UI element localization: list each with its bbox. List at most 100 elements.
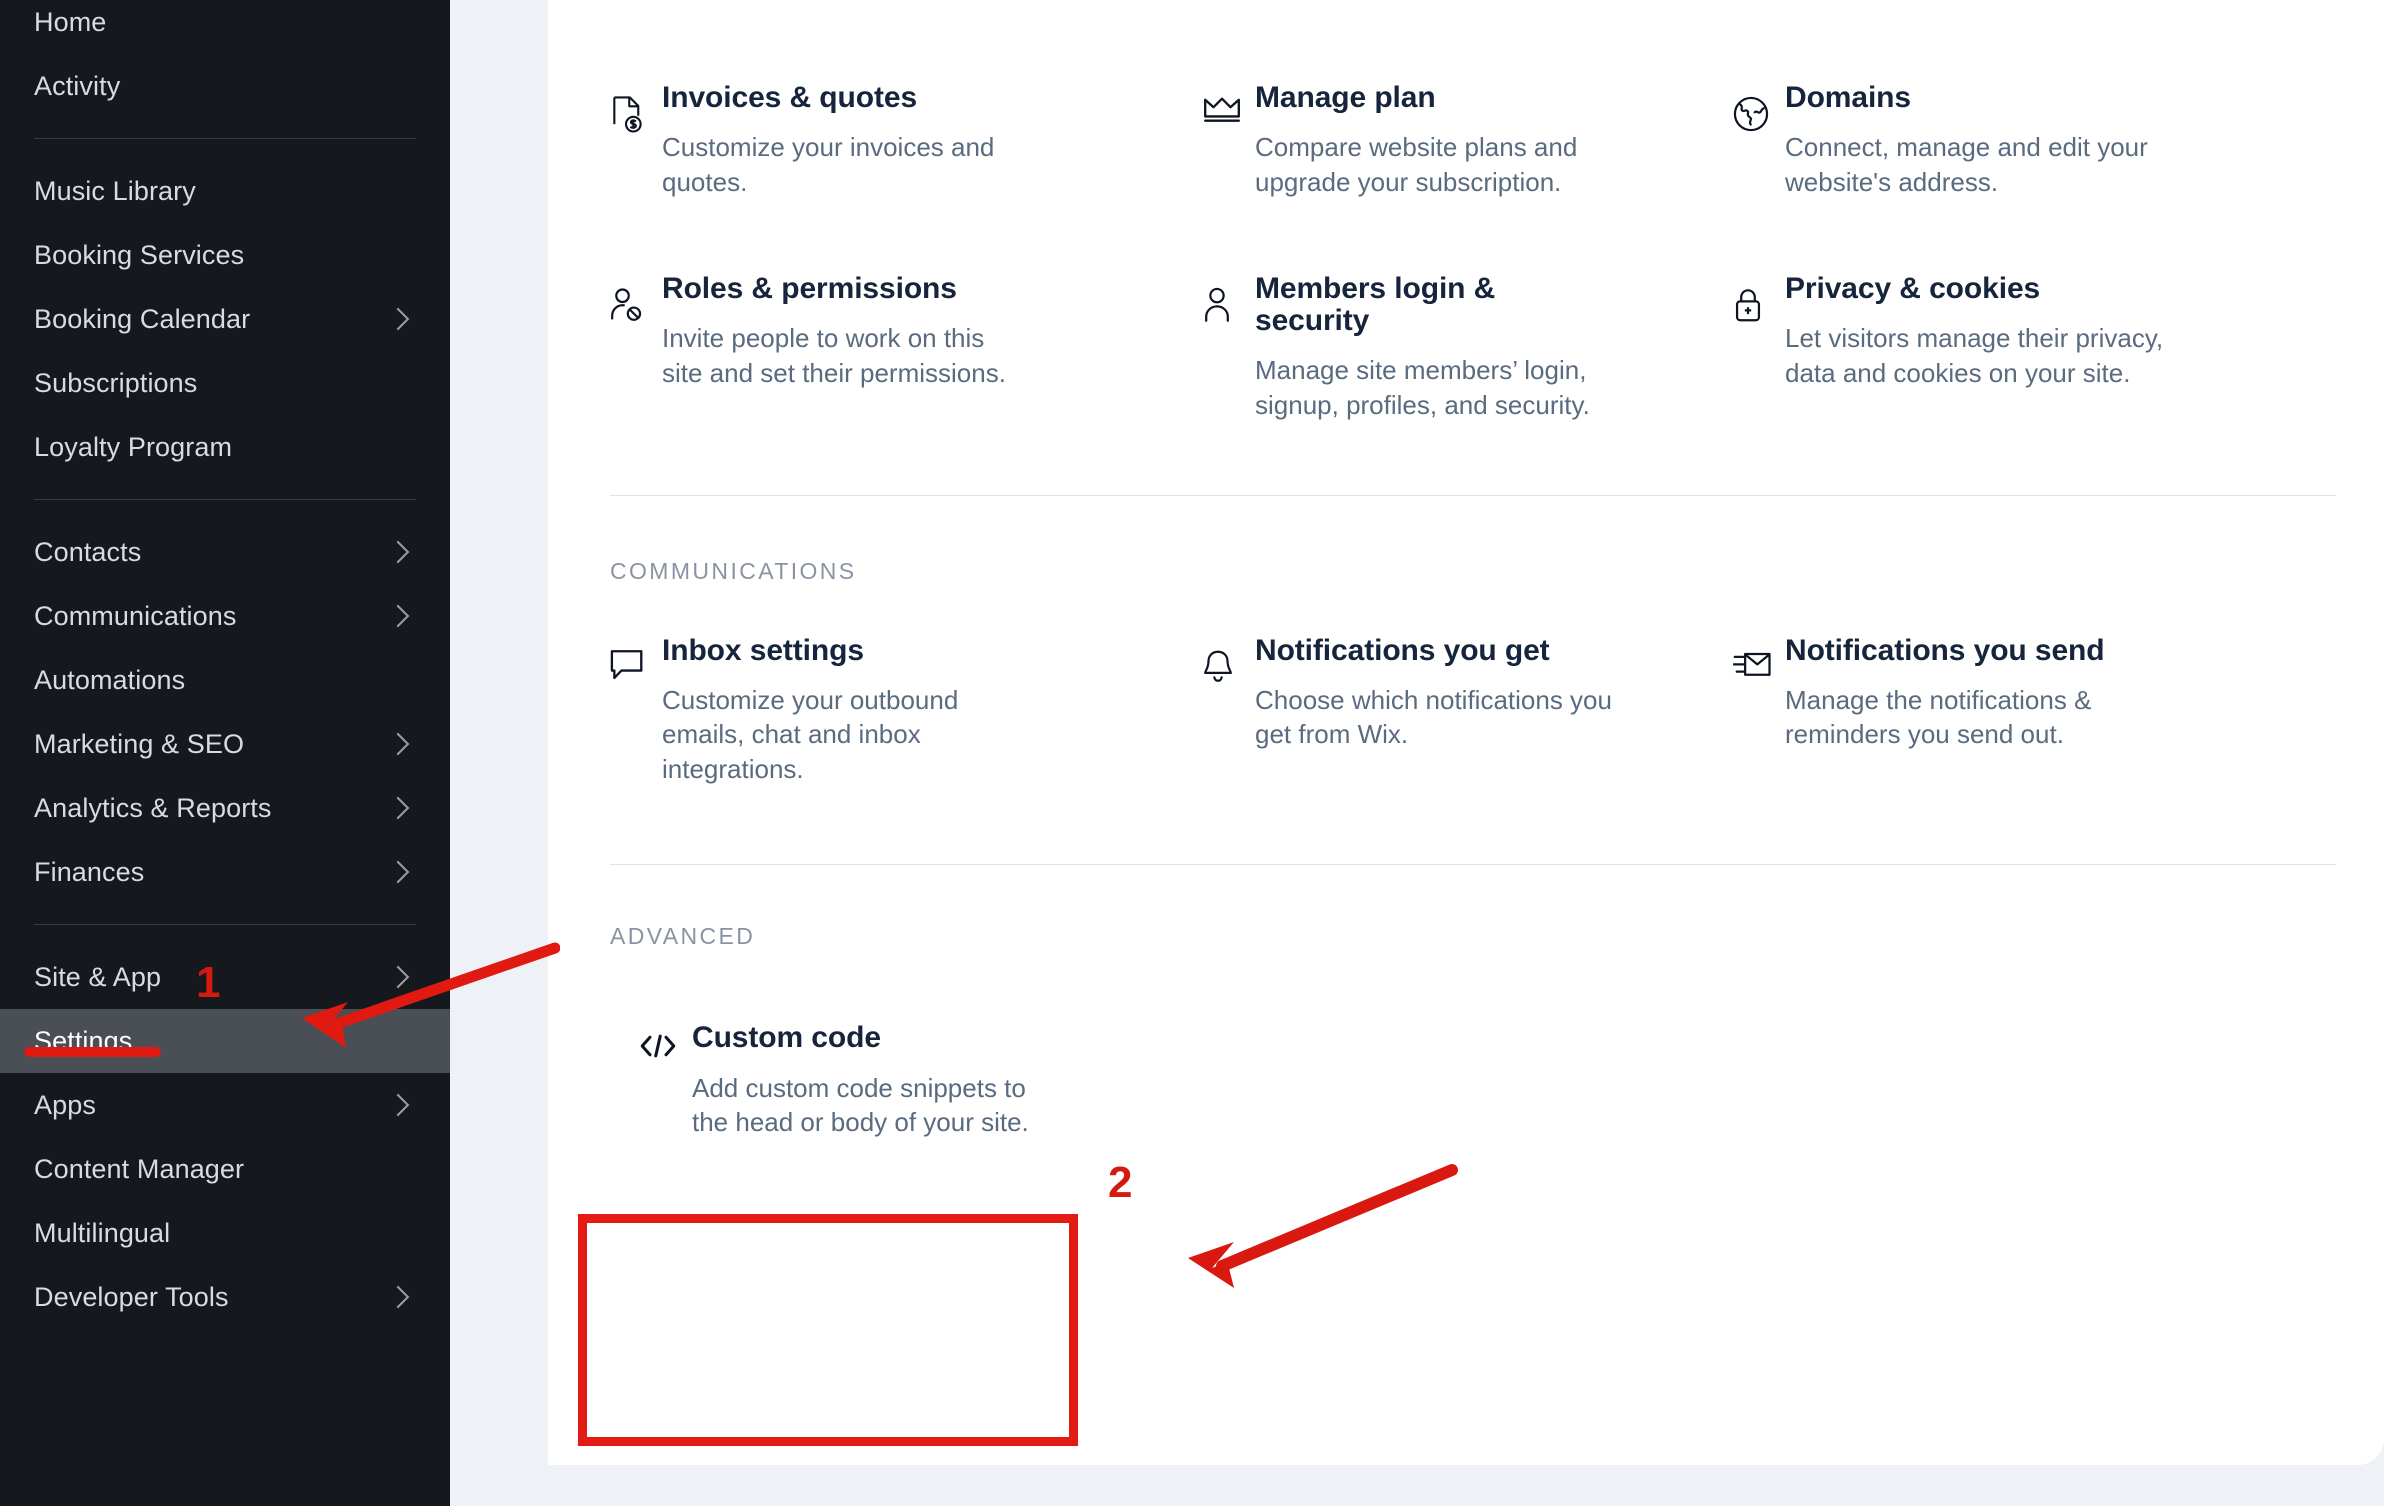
- sidebar-group-primary: Home Activity: [0, 0, 450, 118]
- sidebar-group-business: Music Library Booking Services Booking C…: [0, 159, 450, 479]
- sidebar-item-label: Activity: [34, 70, 121, 101]
- invoice-dollar-icon: [610, 96, 662, 134]
- envelope-send-icon: [1733, 649, 1785, 677]
- section-divider: [610, 494, 2336, 496]
- card-description: Manage the notifications & reminders you…: [1785, 684, 2092, 750]
- sidebar-item-content-manager[interactable]: Content Manager: [0, 1137, 450, 1201]
- chevron-right-icon: [386, 604, 410, 628]
- card-description: Customize your invoices and quotes.: [662, 132, 995, 197]
- section-divider: [610, 864, 2336, 866]
- settings-content-panel: Invoices & quotes Customize your invoice…: [548, 0, 2384, 1465]
- card-body: Inbox settings Customize your outbound e…: [662, 634, 1040, 787]
- card-description: Compare website plans and upgrade your s…: [1255, 132, 1578, 197]
- sidebar-divider: [34, 924, 416, 925]
- chevron-right-icon: [386, 1285, 410, 1309]
- card-body: Notifications you get Choose which notif…: [1255, 633, 1653, 752]
- sidebar-item-activity[interactable]: Activity: [0, 54, 450, 118]
- card-title: Privacy & cookies: [1785, 272, 2041, 306]
- card-body: Notifications you send Manage the notifi…: [1785, 633, 2183, 752]
- sidebar-item-multilingual[interactable]: Multilingual: [0, 1201, 450, 1265]
- sidebar-item-site-app[interactable]: Site & App: [0, 945, 450, 1009]
- settings-card-members-login-security[interactable]: Members login & security Manage site mem…: [1203, 273, 1733, 422]
- chevron-right-icon: [386, 796, 410, 820]
- settings-card-manage-plan[interactable]: Manage plan Compare website plans and up…: [1203, 81, 1733, 199]
- card-title: Invoices & quotes: [662, 81, 918, 114]
- sidebar-item-label: Contacts: [34, 536, 142, 567]
- sidebar-group-crm: Contacts Communications Automations Mark…: [0, 520, 450, 904]
- sidebar-item-music-library[interactable]: Music Library: [0, 159, 450, 223]
- sidebar-item-settings[interactable]: Settings: [0, 1009, 450, 1073]
- card-description: Connect, manage and edit your website's …: [1785, 132, 2148, 197]
- sidebar-item-automations[interactable]: Automations: [0, 648, 450, 712]
- settings-card-notifications-you-get[interactable]: Notifications you get Choose which notif…: [1203, 633, 1733, 787]
- chevron-right-icon: [386, 1093, 410, 1117]
- card-body: Members login & security Manage site mem…: [1255, 273, 1643, 422]
- settings-card-custom-code[interactable]: Custom code Add custom code snippets to …: [610, 1004, 1203, 1139]
- sidebar-item-loyalty-program[interactable]: Loyalty Program: [0, 415, 450, 479]
- sidebar-divider: [34, 499, 416, 500]
- sidebar-item-label: Automations: [34, 664, 186, 695]
- sidebar-item-analytics-reports[interactable]: Analytics & Reports: [0, 776, 450, 840]
- sidebar-item-home[interactable]: Home: [0, 0, 450, 54]
- code-tag-icon: [640, 1034, 692, 1058]
- chevron-right-icon: [386, 965, 410, 989]
- sidebar-item-booking-services[interactable]: Booking Services: [0, 223, 450, 287]
- card-description: Add custom code snippets to the head or …: [692, 1072, 1029, 1138]
- settings-card-notifications-you-send[interactable]: Notifications you send Manage the notifi…: [1733, 633, 2384, 787]
- card-body: Privacy & cookies Let visitors manage th…: [1785, 273, 2203, 390]
- sidebar-item-communications[interactable]: Communications: [0, 584, 450, 648]
- sidebar-item-label: Analytics & Reports: [34, 792, 272, 823]
- user-icon: [1203, 287, 1255, 323]
- card-description: Invite people to work on this site and s…: [662, 323, 1006, 388]
- card-body: Roles & permissions Invite people to wor…: [662, 273, 1030, 390]
- card-title: Notifications you get: [1255, 633, 1550, 667]
- sidebar-item-marketing-seo[interactable]: Marketing & SEO: [0, 712, 450, 776]
- section-label-advanced: ADVANCED: [610, 923, 756, 950]
- settings-card-row: Roles & permissions Invite people to wor…: [610, 273, 2384, 422]
- main-sidebar: Home Activity Music Library Booking Serv…: [0, 0, 450, 1506]
- settings-card-domains[interactable]: Domains Connect, manage and edit your we…: [1733, 81, 2384, 199]
- sidebar-item-label: Multilingual: [34, 1217, 171, 1248]
- settings-card-row: Inbox settings Customize your outbound e…: [610, 633, 2384, 787]
- sidebar-item-booking-calendar[interactable]: Booking Calendar: [0, 287, 450, 351]
- sidebar-item-label: Marketing & SEO: [34, 728, 245, 759]
- settings-card-inbox-settings[interactable]: Inbox settings Customize your outbound e…: [610, 634, 1203, 787]
- sidebar-item-label: Subscriptions: [34, 367, 198, 398]
- sidebar-item-label: Booking Calendar: [34, 303, 251, 334]
- sidebar-item-label: Booking Services: [34, 239, 245, 270]
- sidebar-item-developer-tools[interactable]: Developer Tools: [0, 1265, 450, 1329]
- settings-card-row: Custom code Add custom code snippets to …: [610, 1004, 2384, 1139]
- settings-underline-marker: [24, 1047, 161, 1057]
- card-title: Roles & permissions: [662, 272, 957, 306]
- globe-icon: [1733, 96, 1785, 132]
- card-body: Manage plan Compare website plans and up…: [1255, 81, 1603, 199]
- sidebar-item-label: Apps: [34, 1089, 96, 1120]
- app-root: Home Activity Music Library Booking Serv…: [0, 0, 2384, 1506]
- sidebar-group-site: Site & App Settings Apps Content Manager…: [0, 945, 450, 1329]
- card-title: Members login & security: [1255, 272, 1496, 338]
- chat-bubble-icon: [610, 649, 662, 681]
- settings-card-row: Invoices & quotes Customize your invoice…: [610, 81, 2384, 199]
- settings-card-privacy-cookies[interactable]: Privacy & cookies Let visitors manage th…: [1733, 273, 2384, 422]
- card-body: Custom code Add custom code snippets to …: [692, 1022, 1070, 1139]
- sidebar-item-contacts[interactable]: Contacts: [0, 520, 450, 584]
- card-body: Invoices & quotes Customize your invoice…: [662, 81, 1100, 199]
- sidebar-item-label: Home: [34, 6, 107, 37]
- card-title: Notifications you send: [1785, 633, 2105, 667]
- user-blocked-icon: [610, 287, 662, 323]
- card-description: Choose which notifications you get from …: [1255, 684, 1612, 750]
- sidebar-item-label: Music Library: [34, 175, 196, 206]
- settings-card-invoices-quotes[interactable]: Invoices & quotes Customize your invoice…: [610, 81, 1203, 199]
- section-label-communications: COMMUNICATIONS: [610, 557, 857, 584]
- settings-card-roles-permissions[interactable]: Roles & permissions Invite people to wor…: [610, 273, 1203, 422]
- card-description: Customize your outbound emails, chat and…: [662, 684, 959, 784]
- sidebar-item-apps[interactable]: Apps: [0, 1073, 450, 1137]
- sidebar-item-label: Content Manager: [34, 1153, 245, 1184]
- sidebar-item-label: Communications: [34, 600, 237, 631]
- chevron-right-icon: [386, 860, 410, 884]
- sidebar-item-finances[interactable]: Finances: [0, 840, 450, 904]
- lock-icon: [1733, 287, 1785, 323]
- chevron-right-icon: [386, 540, 410, 564]
- sidebar-item-label: Loyalty Program: [34, 431, 233, 462]
- sidebar-item-subscriptions[interactable]: Subscriptions: [0, 351, 450, 415]
